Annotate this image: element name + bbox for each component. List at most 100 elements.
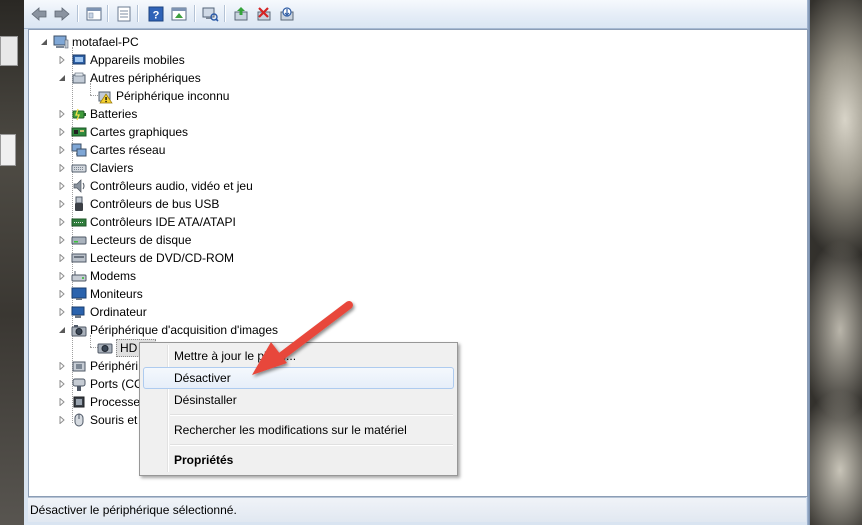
expand-arrow-icon[interactable] [57,181,67,191]
modem-icon [71,268,87,284]
expand-arrow-icon[interactable] [57,361,67,371]
collapse-arrow-icon[interactable] [57,73,67,83]
up-icon[interactable] [84,4,104,23]
toolbar-separator [107,5,109,22]
toolbar: ? [24,0,807,29]
tree-item-label: Cartes réseau [90,143,166,157]
expand-arrow-icon[interactable] [57,415,67,425]
display-adapter-icon [71,124,87,140]
expand-arrow-icon[interactable] [57,397,67,407]
tree-item-label: Autres périphériques [90,71,201,85]
expand-arrow-icon[interactable] [57,307,67,317]
tree-item[interactable]: Ports (CC [57,375,143,393]
expand-arrow-icon[interactable] [57,55,67,65]
tree-item-label: Modems [90,269,137,283]
collapse-arrow-icon[interactable] [57,325,67,335]
tree-root[interactable]: motafael-PC [39,33,139,51]
tree-item[interactable]: Cartes graphiques [57,123,188,141]
tree-item-label: Ports (CC [90,377,143,391]
disable-icon[interactable] [277,4,297,23]
tree-item[interactable]: Souris et [57,411,137,429]
expand-arrow-icon[interactable] [57,127,67,137]
tree-item[interactable]: Ordinateur [57,303,147,321]
expand-arrow-icon[interactable] [57,253,67,263]
svg-text:?: ? [153,9,160,21]
background-document [0,134,16,166]
monitor-icon [71,286,87,302]
tree-item[interactable]: Cartes réseau [57,141,165,159]
menu-item-properties[interactable]: Propriétés [143,449,454,471]
tree-item-label: Ordinateur [90,305,147,319]
tree-item[interactable]: Processe [57,393,140,411]
scan-hardware-icon[interactable] [200,4,220,23]
tree-item-label: Lecteurs de disque [90,233,192,247]
other-devices-icon [71,70,87,86]
properties-icon[interactable] [114,4,134,23]
menu-item-label: Désactiver [174,371,231,385]
tree-item[interactable]: Lecteurs de DVD/CD-ROM [57,249,234,267]
background-document [0,36,18,66]
audio-icon [71,178,87,194]
menu-separator [170,414,453,416]
tree-item-label: Batteries [90,107,138,121]
tree-item[interactable]: Appareils mobiles [57,51,185,69]
help-icon[interactable]: ? [146,4,166,23]
menu-item-label: Mettre à jour le pilote... [174,349,297,363]
expand-arrow-icon[interactable] [57,379,67,389]
processor-icon [71,394,87,410]
tree-item[interactable]: Contrôleurs de bus USB [57,195,219,213]
tree-item[interactable]: Contrôleurs audio, vidéo et jeu [57,177,253,195]
network-adapter-icon [71,142,87,158]
expand-arrow-icon[interactable] [57,145,67,155]
tree-item[interactable]: Périphérique inconnu [97,87,229,105]
mobile-devices-icon [71,52,87,68]
tree-item[interactable]: Moniteurs [57,285,143,303]
expand-arrow-icon[interactable] [57,289,67,299]
background-window-strip [0,0,24,525]
menu-item-label: Désinstaller [174,393,237,407]
battery-icon [71,106,87,122]
toolbar-separator [137,5,139,22]
imaging-icon [71,322,87,338]
tree-item[interactable]: Contrôleurs IDE ATA/ATAPI [57,213,236,231]
menu-item-uninstall[interactable]: Désinstaller [143,389,454,411]
status-text: Désactiver le périphérique sélectionné. [30,503,237,517]
menu-item-scan-hardware[interactable]: Rechercher les modifications sur le maté… [143,419,454,441]
expand-arrow-icon[interactable] [57,109,67,119]
disk-drive-icon [71,232,87,248]
unknown-device-warning-icon [97,88,113,104]
tree-item[interactable]: Batteries [57,105,137,123]
tree-item[interactable]: Lecteurs de disque [57,231,191,249]
tree-item-label: Cartes graphiques [90,125,189,139]
expand-arrow-icon[interactable] [57,271,67,281]
uninstall-icon[interactable] [254,4,274,23]
menu-item-disable[interactable]: Désactiver [143,367,454,389]
console-tree-icon[interactable] [169,4,189,23]
tree-item-label: Périphérique inconnu [116,89,230,103]
tree-item-label: Processe [90,395,141,409]
tree-item[interactable]: Modems [57,267,136,285]
tree-item[interactable]: Périphérique d'acquisition d'images [57,321,278,339]
mouse-icon [71,412,87,428]
expand-arrow-icon[interactable] [57,199,67,209]
expand-arrow-icon[interactable] [57,217,67,227]
toolbar-separator [224,5,226,22]
update-driver-icon[interactable] [231,4,251,23]
tree-item[interactable]: Périphéri [57,357,138,375]
menu-item-update-driver[interactable]: Mettre à jour le pilote... [143,345,454,367]
hid-icon [71,358,87,374]
tree-item[interactable]: Autres périphériques [57,69,201,87]
tree-item-label: Contrôleurs audio, vidéo et jeu [90,179,253,193]
menu-item-label: Rechercher les modifications sur le maté… [174,423,407,437]
tree-item[interactable]: Claviers [57,159,133,177]
computer-icon [71,304,87,320]
menu-item-label: Propriétés [174,453,234,467]
expand-arrow-icon[interactable] [57,235,67,245]
toolbar-separator [77,5,79,22]
forward-icon[interactable] [52,4,72,23]
tree-item-label: Périphéri [90,359,139,373]
expand-arrow-icon[interactable] [57,163,67,173]
collapse-arrow-icon[interactable] [39,37,49,47]
keyboard-icon [71,160,87,176]
back-icon[interactable] [29,4,49,23]
